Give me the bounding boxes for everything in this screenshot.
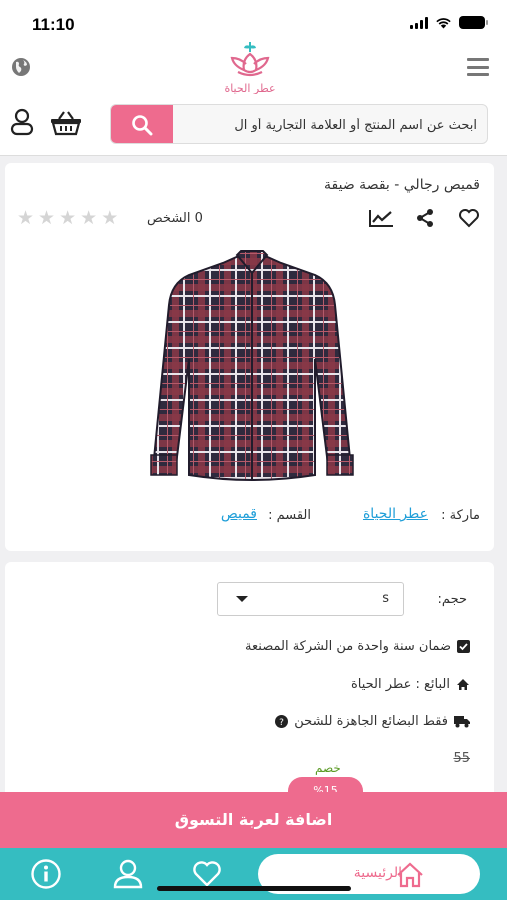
category-link[interactable]: قميص — [221, 506, 257, 522]
share-button[interactable] — [412, 207, 438, 229]
brand-link[interactable]: عطر الحياة — [363, 506, 428, 522]
lotus-logo-icon — [230, 42, 270, 77]
search-row — [0, 94, 507, 156]
discount-label: خصم — [315, 761, 341, 775]
brand-logo[interactable]: عطر الحياة — [220, 40, 280, 95]
basket-icon — [51, 111, 81, 136]
warranty-text: ضمان سنة واحدة من الشركة المصنعة — [245, 639, 451, 654]
user-icon — [113, 859, 143, 889]
shirt-image — [150, 250, 354, 481]
heart-icon — [459, 209, 479, 228]
svg-text:?: ? — [279, 718, 284, 728]
seller-text: البائع : عطر الحياة — [350, 677, 450, 692]
price-chart-button[interactable] — [368, 207, 394, 229]
search-input[interactable] — [173, 105, 487, 143]
size-select[interactable]: s — [217, 582, 404, 616]
checkbox-checked-icon — [457, 640, 470, 653]
hamburger-icon — [467, 58, 489, 61]
rating-count: 0 الشخص — [147, 211, 203, 226]
brand-label: ماركة : — [441, 508, 480, 523]
warranty-line: ضمان سنة واحدة من الشركة المصنعة — [245, 639, 470, 654]
size-label: حجم: — [437, 592, 467, 607]
product-actions — [368, 207, 482, 229]
app-header: عطر الحياة — [0, 42, 507, 95]
truck-icon — [454, 716, 470, 728]
clock: 11:10 — [32, 15, 75, 34]
chart-icon — [369, 210, 393, 227]
home-indicator — [157, 886, 351, 891]
shipping-text: فقط البضائع الجاهزة للشحن — [294, 714, 448, 729]
rating-stars: ★ ★ ★ ★ ★ — [17, 208, 118, 228]
product-title: قميص رجالي - بقصة ضيقة — [324, 177, 480, 193]
nav-account[interactable] — [111, 858, 145, 890]
cart-button[interactable] — [50, 110, 82, 136]
favorite-button[interactable] — [456, 207, 482, 229]
account-button[interactable] — [9, 108, 35, 136]
globe-icon — [12, 58, 30, 76]
share-icon — [417, 209, 433, 227]
house-icon — [397, 862, 423, 888]
search-button[interactable] — [111, 105, 173, 143]
shipping-line: فقط البضائع الجاهزة للشحن ? — [275, 714, 470, 729]
size-value: s — [382, 591, 389, 606]
star-icon: ★ — [17, 207, 35, 229]
bottom-nav: الرئيسية — [0, 848, 507, 900]
star-icon: ★ — [38, 207, 56, 229]
old-price: 55 — [453, 751, 470, 766]
user-icon — [10, 108, 34, 136]
battery-icon — [459, 16, 488, 29]
seller-line: البائع : عطر الحياة — [351, 677, 470, 692]
status-icons — [410, 16, 488, 29]
options-card: حجم: s ضمان سنة واحدة من الشركة المصنعة … — [5, 562, 494, 807]
wifi-icon — [436, 18, 451, 29]
help-icon[interactable]: ? — [275, 715, 289, 728]
category-label: القسم : — [268, 508, 311, 523]
star-icon: ★ — [80, 207, 98, 229]
menu-button[interactable] — [467, 58, 489, 76]
signal-icon — [410, 16, 428, 29]
product-card: قميص رجالي - بقصة ضيقة 0 الشخص ★ ★ ★ ★ ★ — [5, 163, 494, 551]
nav-info[interactable] — [29, 858, 63, 890]
product-image[interactable] — [137, 249, 367, 487]
heart-icon — [193, 861, 221, 887]
search-box — [110, 104, 488, 144]
caret-down-icon — [236, 596, 248, 602]
add-to-cart-button[interactable]: اضافة لعربة التسوق — [0, 792, 507, 848]
star-icon: ★ — [101, 207, 119, 229]
home-icon — [457, 679, 469, 690]
search-icon — [132, 115, 153, 136]
star-icon: ★ — [59, 207, 77, 229]
language-button[interactable] — [10, 56, 32, 78]
info-icon — [31, 859, 61, 889]
